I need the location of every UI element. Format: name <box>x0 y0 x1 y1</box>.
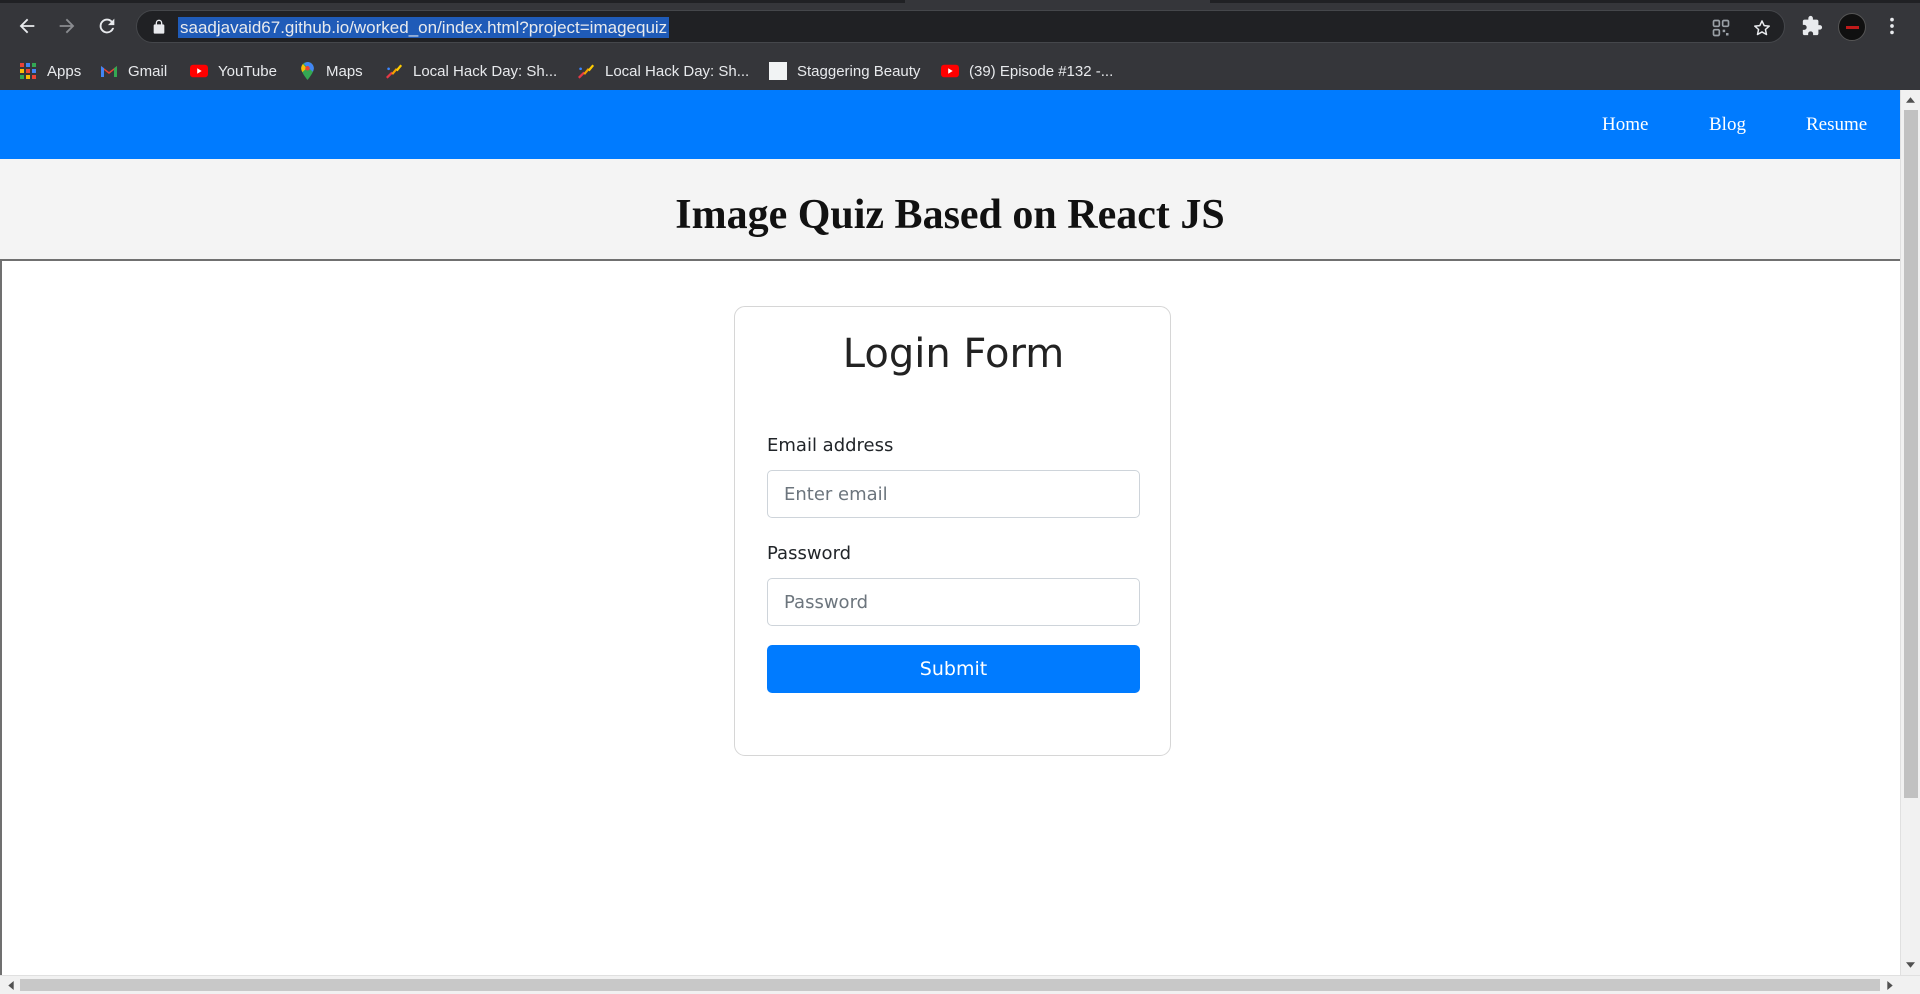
vertical-scrollbar[interactable] <box>1900 90 1920 975</box>
browser-toolbar: saadjavaid67.github.io/worked_on/index.h… <box>0 0 1920 52</box>
bookmark-star-button[interactable] <box>1751 17 1773 39</box>
star-icon <box>1754 20 1770 36</box>
url-text[interactable]: saadjavaid67.github.io/worked_on/index.h… <box>178 17 670 38</box>
maps-pin-icon <box>298 62 316 80</box>
youtube-icon <box>941 62 959 80</box>
bookmark-label: Local Hack Day: Sh... <box>605 62 750 80</box>
bookmark-label: YouTube <box>218 62 277 80</box>
address-bar[interactable]: saadjavaid67.github.io/worked_on/index.h… <box>136 10 1785 43</box>
browser-chrome: saadjavaid67.github.io/worked_on/index.h… <box>0 0 1920 90</box>
scroll-left-arrow-icon[interactable] <box>2 976 19 994</box>
reload-icon <box>99 18 115 34</box>
bookmark-label: Staggering Beauty <box>797 62 921 80</box>
submit-button[interactable]: Submit <box>767 645 1140 693</box>
bookmark-label: Maps <box>326 62 363 80</box>
extensions-puzzle-icon <box>1802 15 1823 36</box>
bookmark-local-hack-day-1[interactable]: Local Hack Day: Sh... <box>385 60 557 82</box>
bookmark-episode-132[interactable]: (39) Episode #132 -... <box>941 60 1113 82</box>
email-field[interactable] <box>767 470 1140 518</box>
bookmark-staggering-beauty[interactable]: Staggering Beauty <box>769 60 920 82</box>
reload-button[interactable] <box>91 10 123 42</box>
scroll-down-arrow-icon[interactable] <box>1901 957 1920 973</box>
horizontal-scrollbar[interactable] <box>0 975 1920 994</box>
bookmark-maps[interactable]: Maps <box>298 60 363 82</box>
web-page: Home Blog Resume Image Quiz Based on Rea… <box>0 90 1900 975</box>
bookmark-youtube[interactable]: YouTube <box>190 60 277 82</box>
nav-link-resume[interactable]: Resume <box>1806 114 1867 136</box>
forward-button[interactable] <box>51 10 83 42</box>
forward-arrow-icon <box>59 18 75 34</box>
lock-icon[interactable] <box>151 19 167 35</box>
email-label: Email address <box>767 435 894 456</box>
gmail-icon <box>100 62 118 80</box>
scroll-up-arrow-icon[interactable] <box>1901 92 1920 108</box>
blank-page-icon <box>769 62 787 80</box>
qr-code-icon <box>1712 19 1730 37</box>
site-navbar: Home Blog Resume <box>0 90 1900 159</box>
nav-link-home[interactable]: Home <box>1602 114 1648 136</box>
bookmark-apps[interactable]: Apps <box>19 60 81 82</box>
page-title: Image Quiz Based on React JS <box>675 192 1225 238</box>
bookmark-label: Gmail <box>128 62 168 80</box>
bookmark-local-hack-day-2[interactable]: Local Hack Day: Sh... <box>577 60 749 82</box>
bookmark-label: Apps <box>47 62 82 80</box>
page-header: Image Quiz Based on React JS <box>0 159 1900 261</box>
back-button[interactable] <box>11 10 43 42</box>
bookmarks-bar: Apps Gmail YouTube Maps Local Hack Day: … <box>0 52 1920 90</box>
mlh-icon <box>385 62 403 80</box>
horizontal-scrollbar-thumb[interactable] <box>20 979 1880 991</box>
profile-avatar[interactable] <box>1838 13 1866 41</box>
nav-link-blog[interactable]: Blog <box>1709 114 1746 136</box>
bookmark-label: (39) Episode #132 -... <box>969 62 1114 80</box>
youtube-icon <box>190 62 208 80</box>
vertical-scrollbar-thumb[interactable] <box>1904 110 1918 798</box>
qr-code-button[interactable] <box>1710 17 1732 39</box>
login-form-card: Login Form Email address Password Submit <box>734 306 1171 756</box>
back-arrow-icon <box>19 18 35 34</box>
password-field[interactable] <box>767 578 1140 626</box>
login-form-title: Login Form <box>842 331 1065 377</box>
password-label: Password <box>767 543 852 564</box>
bookmark-label: Local Hack Day: Sh... <box>413 62 558 80</box>
scroll-right-arrow-icon[interactable] <box>1881 976 1898 994</box>
kebab-menu-icon <box>1890 17 1894 35</box>
mlh-icon <box>577 62 595 80</box>
apps-grid-icon <box>19 62 37 80</box>
bookmark-gmail[interactable]: Gmail <box>100 60 167 82</box>
browser-menu-button[interactable] <box>1876 10 1908 42</box>
extensions-button[interactable] <box>1796 10 1828 42</box>
